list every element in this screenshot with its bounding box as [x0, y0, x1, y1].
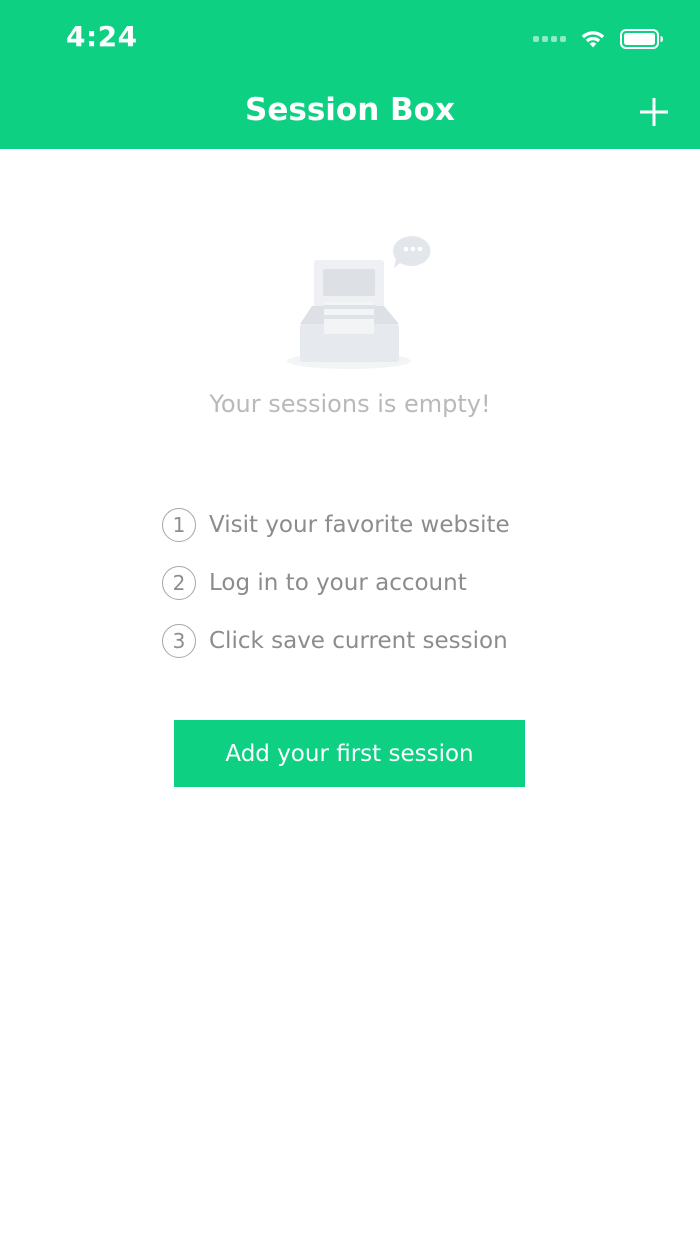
- step-number: 2: [162, 566, 196, 600]
- steps-list: 1 Visit your favorite website 2 Log in t…: [162, 506, 562, 680]
- empty-state-message: Your sessions is empty!: [209, 390, 491, 418]
- add-first-session-button[interactable]: Add your first session: [174, 720, 525, 787]
- app-header: 4:24 Session Box: [0, 0, 700, 149]
- step-text: Click save current session: [209, 628, 508, 654]
- step-number: 1: [162, 508, 196, 542]
- status-icons: [533, 26, 664, 52]
- step-number: 3: [162, 624, 196, 658]
- page-title: Session Box: [245, 92, 455, 128]
- step-item: 3 Click save current session: [162, 622, 562, 660]
- wifi-icon: [581, 31, 605, 48]
- cellular-signal-icon: [533, 36, 566, 42]
- empty-inbox-illustration: [287, 236, 431, 369]
- status-time: 4:24: [66, 20, 138, 53]
- app-screen: 4:24 Session Box Your sessions is empty!…: [0, 0, 700, 1244]
- battery-icon: [620, 29, 663, 49]
- step-text: Log in to your account: [209, 570, 467, 596]
- plus-icon[interactable]: [638, 96, 670, 128]
- step-item: 1 Visit your favorite website: [162, 506, 562, 544]
- step-item: 2 Log in to your account: [162, 564, 562, 602]
- step-text: Visit your favorite website: [209, 512, 510, 538]
